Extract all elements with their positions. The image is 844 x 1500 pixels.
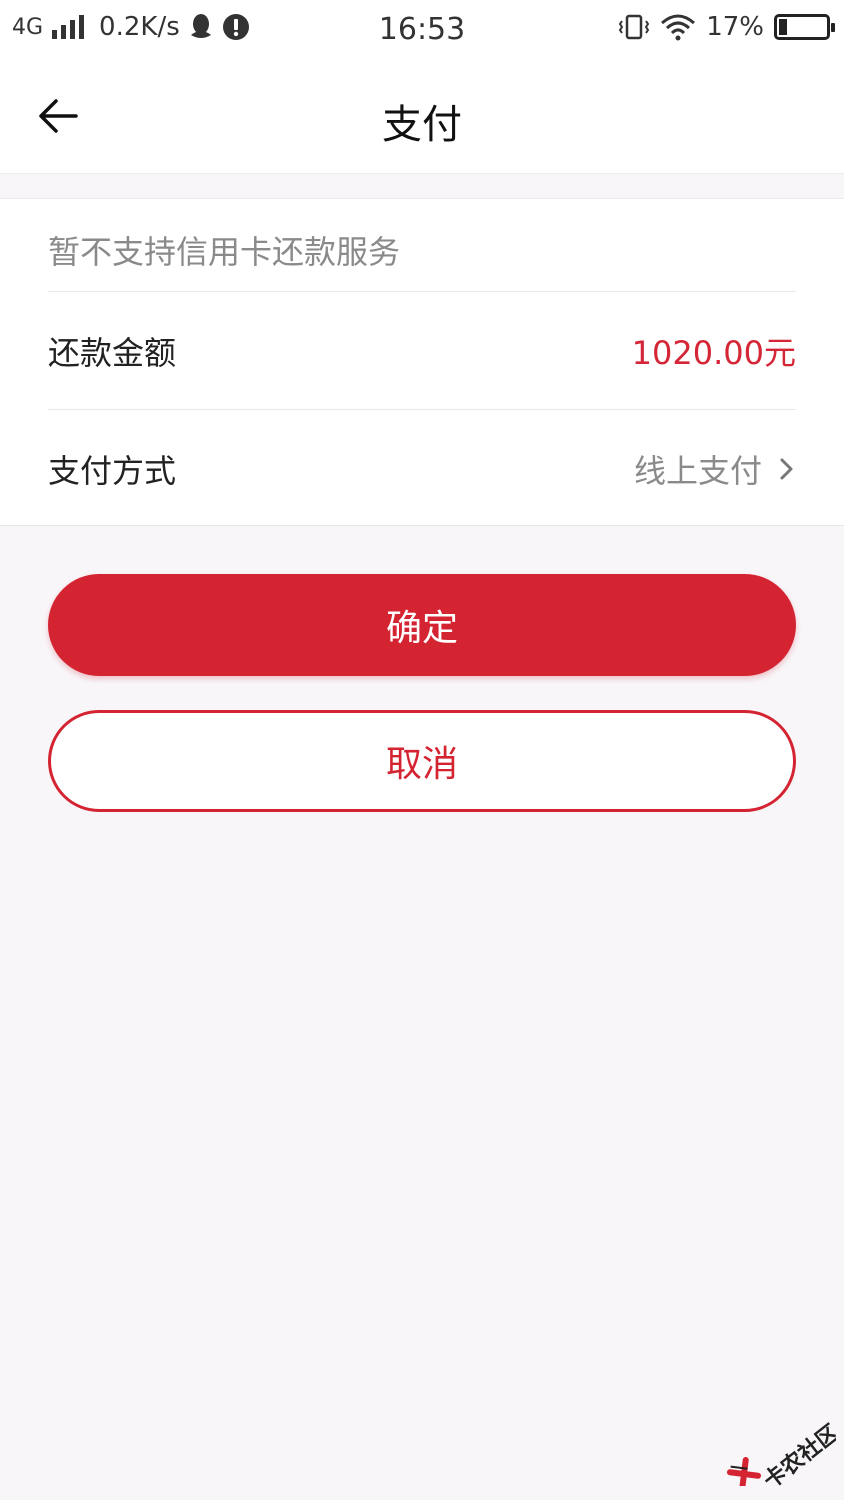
- divider: [48, 409, 796, 410]
- status-right: 17%: [618, 12, 835, 42]
- battery-fill: [779, 19, 787, 35]
- amount-value: 1020.00元: [631, 334, 796, 372]
- chevron-right-icon: [780, 458, 793, 480]
- watermark-graphic: 卡农社区: [726, 1420, 844, 1494]
- status-bar: 4G 0.2K/s 16:53 17%: [0, 0, 844, 58]
- notice-text: 暂不支持信用卡还款服务: [48, 233, 401, 271]
- cancel-button[interactable]: 取消: [48, 710, 796, 812]
- amount-row: 还款金额 1020.00元: [48, 293, 796, 409]
- payment-method-selector[interactable]: 线上支付: [634, 446, 796, 492]
- payment-method-row[interactable]: 支付方式 线上支付: [48, 411, 796, 527]
- confirm-button[interactable]: 确定: [48, 574, 796, 676]
- watermark-logo: 卡农社区: [726, 1410, 844, 1494]
- payment-card: 暂不支持信用卡还款服务 还款金额 1020.00元 支付方式 线上支付: [0, 198, 844, 526]
- payment-method-label: 支付方式: [48, 452, 177, 490]
- amount-label: 还款金额: [48, 334, 177, 372]
- nav-bar: 支付: [0, 58, 844, 174]
- wifi-icon: [661, 14, 696, 41]
- battery-percent: 17%: [706, 12, 764, 42]
- vibrate-icon: [619, 14, 650, 40]
- page-title: 支付: [382, 102, 462, 148]
- divider: [48, 291, 796, 292]
- watermark-text: 卡农社区: [759, 1420, 836, 1486]
- battery-icon: [774, 14, 835, 40]
- payment-method-value: 线上支付: [633, 452, 762, 490]
